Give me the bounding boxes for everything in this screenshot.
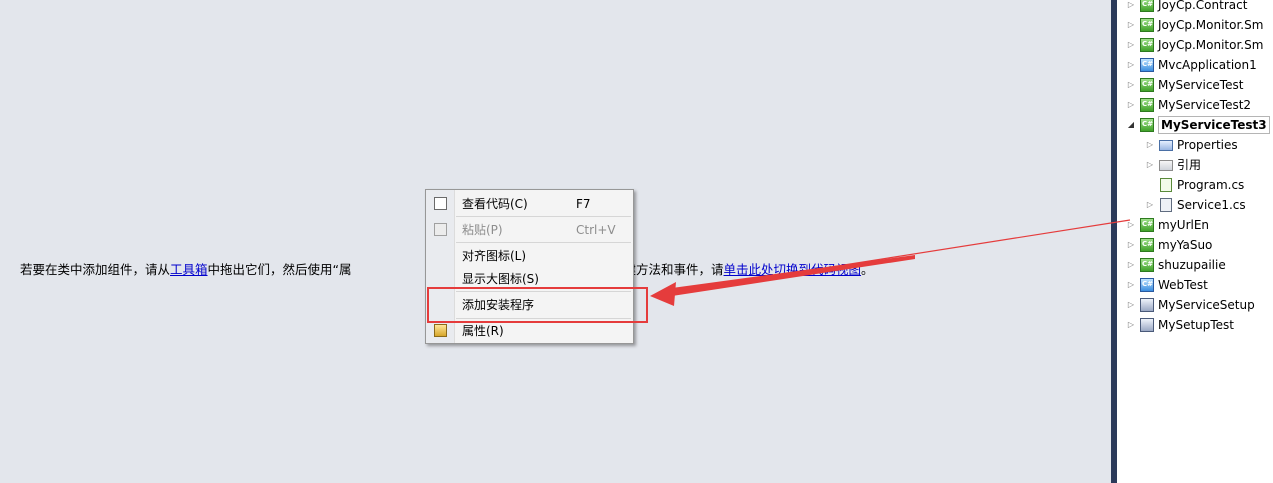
annotation-arrow-shaft [672,255,915,296]
annotation-arrow-head [650,282,676,306]
annotation-arrow [650,219,1131,306]
